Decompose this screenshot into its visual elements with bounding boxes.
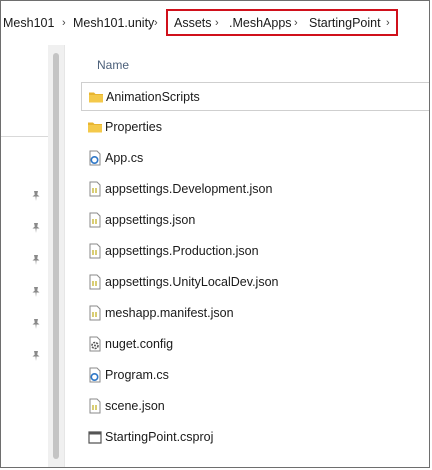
list-item[interactable]: appsettings.Development.json [81,175,429,204]
file-list-pane: Name AnimationScripts Properties App.cs … [65,45,429,467]
file-name: App.cs [105,151,144,165]
breadcrumb-highlight-box [166,9,398,36]
file-name: meshapp.manifest.json [105,306,234,320]
address-bar[interactable]: Mesh101 › Mesh101.unity › Assets › .Mesh… [1,1,429,46]
json-file-icon [89,398,101,414]
file-name: appsettings.Development.json [105,182,273,196]
file-name: scene.json [105,399,165,413]
file-name: StartingPoint.csproj [105,430,214,444]
file-name: appsettings.json [105,213,196,227]
file-name: appsettings.Production.json [105,244,259,258]
json-file-icon [89,305,101,321]
folder-icon [89,92,103,103]
pin-icon[interactable] [30,254,42,266]
file-explorer-window: Mesh101 › Mesh101.unity › Assets › .Mesh… [0,0,430,468]
json-file-icon [89,181,101,197]
file-name: Program.cs [105,368,169,382]
list-item[interactable]: meshapp.manifest.json [81,299,429,328]
file-name: nuget.config [105,337,174,351]
breadcrumb-separator-icon: › [154,17,158,29]
pin-icon[interactable] [30,286,42,298]
breadcrumb-item-mesh101[interactable]: Mesh101 [3,15,54,31]
list-item[interactable]: appsettings.json [81,206,429,235]
csharp-file-icon [89,150,101,166]
list-item[interactable]: Program.cs [81,361,429,390]
json-file-icon [89,243,101,259]
scrollbar-thumb[interactable] [53,53,59,459]
config-file-icon [89,336,101,352]
list-item[interactable]: nuget.config [81,330,429,359]
json-file-icon [89,212,101,228]
pin-icon[interactable] [30,350,42,362]
breadcrumb-item-mesh101-unity[interactable]: Mesh101.unity [73,15,154,31]
list-item[interactable]: StartingPoint.csproj [81,423,429,452]
list-item[interactable]: Properties [81,113,429,142]
breadcrumb-separator-icon: › [62,17,66,29]
list-item[interactable]: App.cs [81,144,429,173]
list-item[interactable]: appsettings.UnityLocalDev.json [81,268,429,297]
list-item[interactable]: appsettings.Production.json [81,237,429,266]
pin-icon[interactable] [30,222,42,234]
pin-icon[interactable] [30,318,42,330]
column-header-name[interactable]: Name [97,58,129,72]
csproj-file-icon [88,431,102,444]
list-item[interactable]: AnimationScripts [81,82,429,111]
file-name: appsettings.UnityLocalDev.json [105,275,279,289]
nav-divider [1,136,48,137]
csharp-file-icon [89,367,101,383]
nav-pane-scrollbar[interactable] [48,45,65,467]
navigation-pane [1,45,48,467]
pin-icon[interactable] [30,190,42,202]
file-name: AnimationScripts [106,90,200,104]
json-file-icon [89,274,101,290]
folder-icon [88,122,102,133]
list-item[interactable]: scene.json [81,392,429,421]
file-name: Properties [105,120,162,134]
